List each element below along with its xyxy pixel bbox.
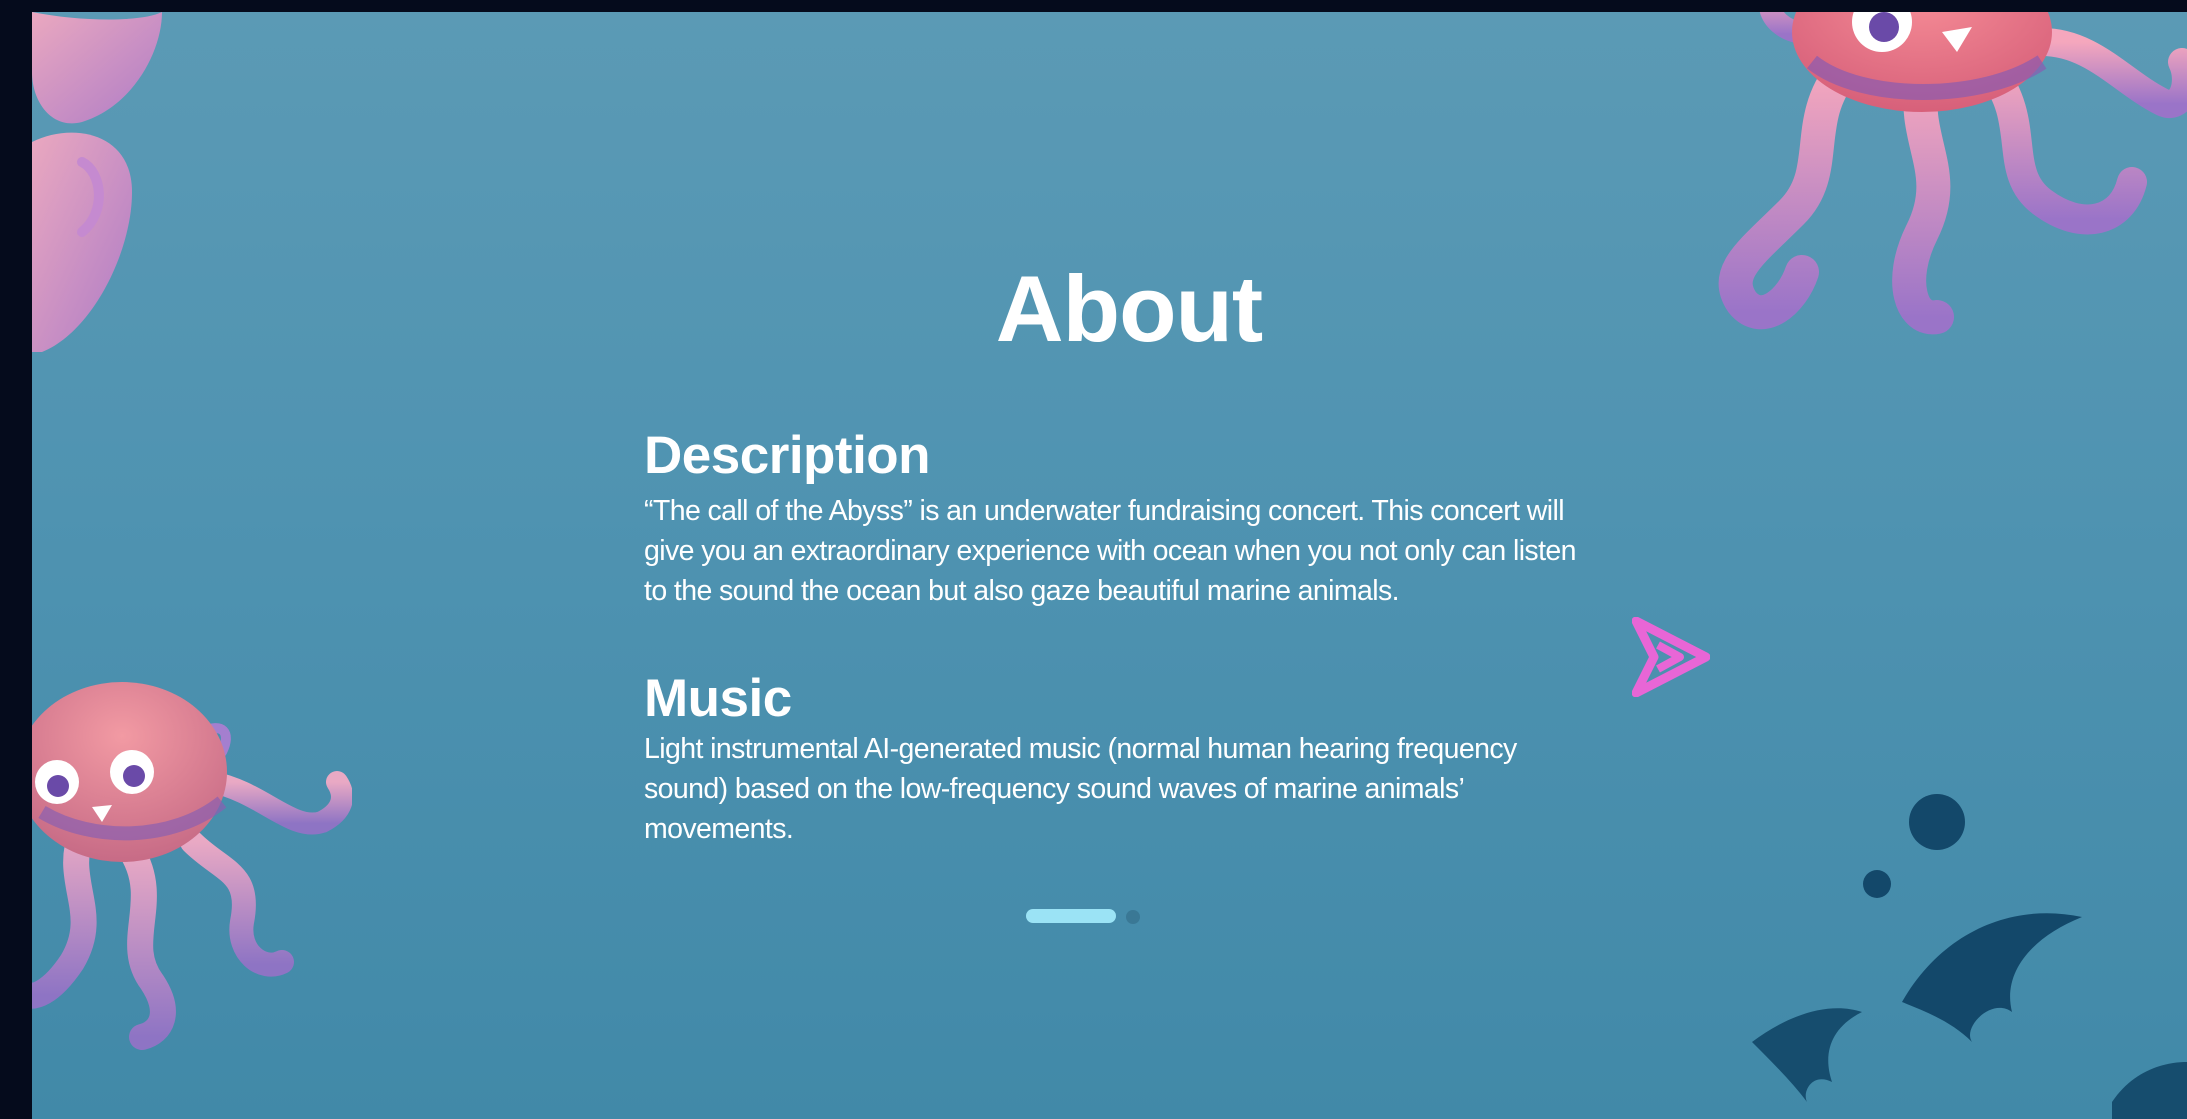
pagination-dot-active[interactable]: [1026, 909, 1116, 923]
description-heading: Description: [644, 426, 931, 485]
music-heading: Music: [644, 669, 792, 728]
jellyfish-right-top-decoration: [1718, 12, 2187, 335]
fish-decoration: [1752, 794, 2187, 1119]
music-text: Light instrumental AI-generated music (n…: [644, 733, 1517, 845]
about-slide: About Description “The call of the Abyss…: [32, 12, 2187, 1119]
jellyfish-left-top-decoration: [32, 12, 162, 352]
page-title: About: [995, 256, 1263, 361]
pagination-dot[interactable]: [1126, 910, 1140, 924]
description-text: “The call of the Abyss” is an underwater…: [644, 495, 1577, 607]
jellyfish-left-bottom-decoration: [32, 682, 352, 1050]
next-arrow-icon[interactable]: [1632, 617, 1710, 697]
